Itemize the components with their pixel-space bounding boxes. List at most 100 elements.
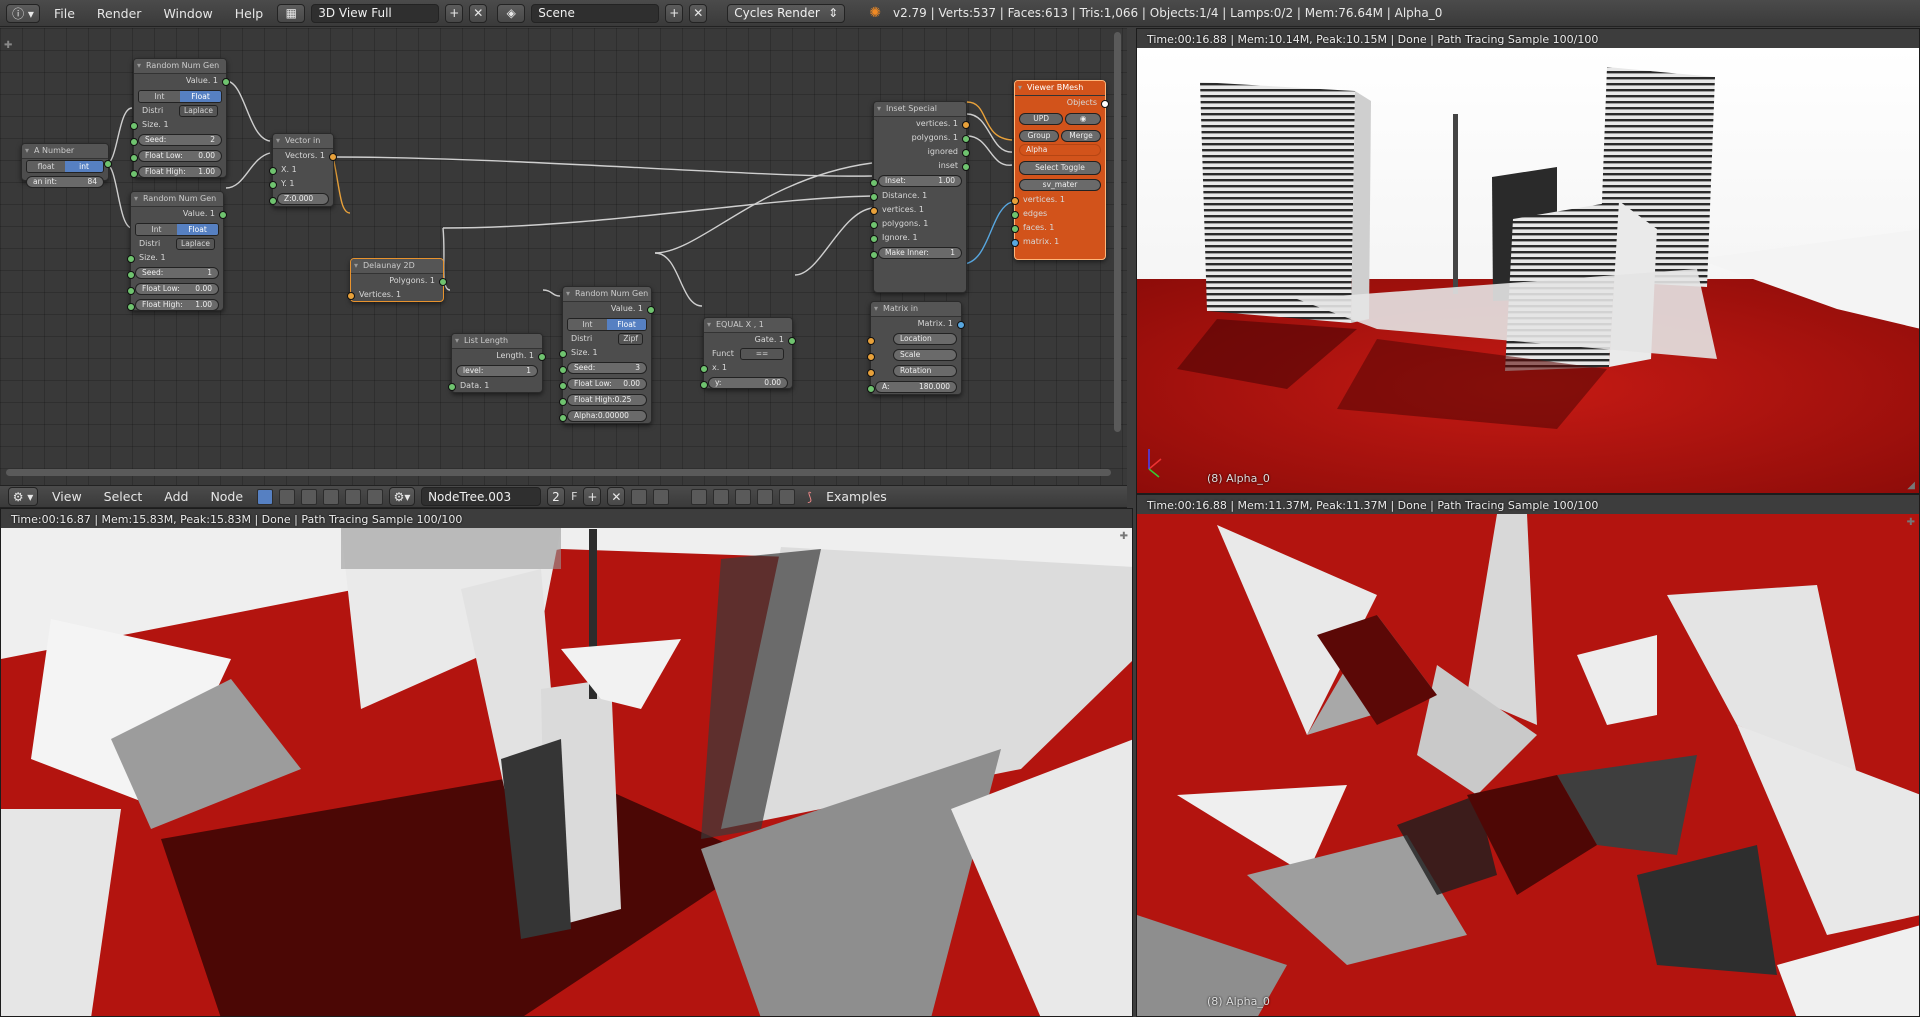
render-viewport-top-right[interactable]: Time:00:16.88 | Mem:10.14M, Peak:10.15M … xyxy=(1136,28,1920,494)
texture-tree-icon[interactable] xyxy=(323,488,340,505)
area-corner-icon[interactable]: ✚ xyxy=(1120,531,1128,542)
output-socket[interactable] xyxy=(439,278,447,286)
node-a-number[interactable]: A Number float int an int: 84 xyxy=(21,143,112,188)
float-high-field[interactable]: Float High: 1.00 xyxy=(135,299,219,311)
seed-field[interactable]: Seed: 2 xyxy=(138,134,222,146)
update-button[interactable]: UPD xyxy=(1019,113,1064,125)
distribution-select[interactable]: Zipf xyxy=(618,333,643,345)
menu-view[interactable]: View xyxy=(44,489,90,504)
select-toggle-button[interactable]: Select Toggle xyxy=(1019,161,1101,175)
seed-field[interactable]: Seed: 1 xyxy=(135,267,219,279)
scale-field[interactable]: Scale xyxy=(893,349,957,361)
input-socket[interactable] xyxy=(448,383,456,391)
sverchok-tree-icon[interactable] xyxy=(257,488,274,505)
output-socket[interactable] xyxy=(957,321,965,329)
input-socket[interactable] xyxy=(130,122,138,130)
node-vector-in[interactable]: Vector in Vectors. 1 X. 1 Y. 1 Z:0.000 xyxy=(269,133,337,207)
examples-menu[interactable]: Examples xyxy=(818,489,895,504)
menu-window[interactable]: Window xyxy=(155,6,220,21)
input-socket[interactable] xyxy=(127,303,135,311)
input-socket[interactable] xyxy=(130,138,138,146)
node-matrix-in[interactable]: Matrix in Matrix. 1 Location Scale Rotat… xyxy=(867,301,965,395)
node-delaunay-2d[interactable]: Delaunay 2D Polygons. 1 Vertices. 1 xyxy=(347,258,447,302)
input-socket[interactable] xyxy=(867,353,875,361)
z-field[interactable]: Z:0.000 xyxy=(277,193,329,205)
input-socket[interactable] xyxy=(559,382,567,390)
node-equal[interactable]: EQUAL X , 1 Gate. 1 Funct == x. 1 y: 0.00 xyxy=(700,317,796,389)
output-socket[interactable] xyxy=(962,163,970,171)
vertical-scrollbar[interactable] xyxy=(1114,32,1121,432)
level-field[interactable]: level: 1 xyxy=(456,365,538,377)
material-field[interactable]: sv_mater xyxy=(1019,179,1101,191)
fake-user-toggle[interactable]: F xyxy=(571,490,577,503)
menu-render[interactable]: Render xyxy=(89,6,150,21)
input-socket[interactable] xyxy=(870,193,878,201)
location-field[interactable]: Location xyxy=(893,333,957,345)
float-low-field[interactable]: Float Low: 0.00 xyxy=(138,150,222,162)
add-scene-button[interactable]: + xyxy=(665,3,684,23)
group-button[interactable]: Group xyxy=(1019,130,1059,142)
editor-type-button[interactable]: ⚙ ▾ xyxy=(8,487,38,506)
menu-node[interactable]: Node xyxy=(202,489,251,504)
output-socket[interactable] xyxy=(222,78,230,86)
node-random-num-gen-2[interactable]: Random Num Gen Value. 1 IntFloat Distri … xyxy=(127,191,227,311)
horizontal-scrollbar[interactable] xyxy=(6,469,1111,476)
input-socket[interactable] xyxy=(269,167,277,175)
input-socket[interactable] xyxy=(870,251,878,259)
an-int-field[interactable]: an int: 84 xyxy=(26,176,104,188)
distribution-select[interactable]: Laplace xyxy=(179,105,218,117)
input-socket[interactable] xyxy=(1011,197,1019,205)
node-inset-special[interactable]: Inset Special vertices. 1 polygons. 1 ig… xyxy=(870,101,970,293)
inset-field[interactable]: Inset: 1.00 xyxy=(878,175,962,187)
pin-icon[interactable] xyxy=(631,488,648,505)
merge-button[interactable]: Merge xyxy=(1061,130,1101,142)
remove-scene-button[interactable]: ✕ xyxy=(689,3,708,23)
float-low-field[interactable]: Float Low: 0.00 xyxy=(135,283,219,295)
snap-toggle-icon[interactable] xyxy=(713,488,730,505)
input-socket[interactable] xyxy=(130,170,138,178)
node-list-length[interactable]: List Length Length. 1 level: 1 Data. 1 xyxy=(448,333,546,393)
alpha-field[interactable]: Alpha:0.00000 xyxy=(567,410,647,422)
int-button[interactable]: Int xyxy=(139,91,180,102)
users-count[interactable]: 2 xyxy=(547,487,566,506)
angle-field[interactable]: A: 180.000 xyxy=(875,381,957,393)
funct-select[interactable]: == xyxy=(740,348,784,360)
output-socket[interactable] xyxy=(219,211,227,219)
rotation-field[interactable]: Rotation xyxy=(893,365,957,377)
input-socket[interactable] xyxy=(1011,225,1019,233)
shader-tree-icon[interactable] xyxy=(279,488,296,505)
node-editor[interactable]: ✚ A Number float int xyxy=(0,28,1127,485)
add-tree-button[interactable]: + xyxy=(583,487,602,506)
float-high-field[interactable]: Float High: 1.00 xyxy=(138,166,222,178)
compositor-tree-icon[interactable] xyxy=(301,488,318,505)
remove-tree-button[interactable]: ✕ xyxy=(607,487,626,506)
input-socket[interactable] xyxy=(870,207,878,215)
output-socket[interactable] xyxy=(104,160,112,168)
output-socket[interactable] xyxy=(1101,100,1109,108)
input-socket[interactable] xyxy=(269,197,277,205)
input-socket[interactable] xyxy=(269,181,277,189)
int-button[interactable]: Int xyxy=(136,224,177,235)
output-socket[interactable] xyxy=(329,153,337,161)
output-socket[interactable] xyxy=(962,135,970,143)
input-socket[interactable] xyxy=(559,350,567,358)
input-socket[interactable] xyxy=(700,381,708,389)
tree-type-icon[interactable]: ⚙▾ xyxy=(389,487,416,506)
area-corner-icon[interactable]: ◢ xyxy=(1907,480,1915,491)
remove-screen-button[interactable]: ✕ xyxy=(469,3,488,23)
node-viewer-bmesh[interactable]: Viewer BMesh Objects UPD ◉ Group Merge A… xyxy=(1011,80,1109,260)
output-socket[interactable] xyxy=(788,337,796,345)
render-engine-select[interactable]: Cycles Render ⇕ xyxy=(727,3,846,23)
animation-nodes-icon[interactable] xyxy=(345,488,362,505)
screen-layout-icon[interactable]: ▦ xyxy=(277,3,306,23)
output-socket[interactable] xyxy=(962,149,970,157)
y-field[interactable]: y: 0.00 xyxy=(708,377,788,389)
float-button[interactable]: Float xyxy=(180,91,221,102)
input-socket[interactable] xyxy=(559,366,567,374)
area-corner-icon[interactable]: ✚ xyxy=(1907,517,1915,528)
input-socket[interactable] xyxy=(867,385,875,393)
input-socket[interactable] xyxy=(870,179,878,187)
input-socket[interactable] xyxy=(130,154,138,162)
input-socket[interactable] xyxy=(700,365,708,373)
float-low-field[interactable]: Float Low: 0.00 xyxy=(567,378,647,390)
